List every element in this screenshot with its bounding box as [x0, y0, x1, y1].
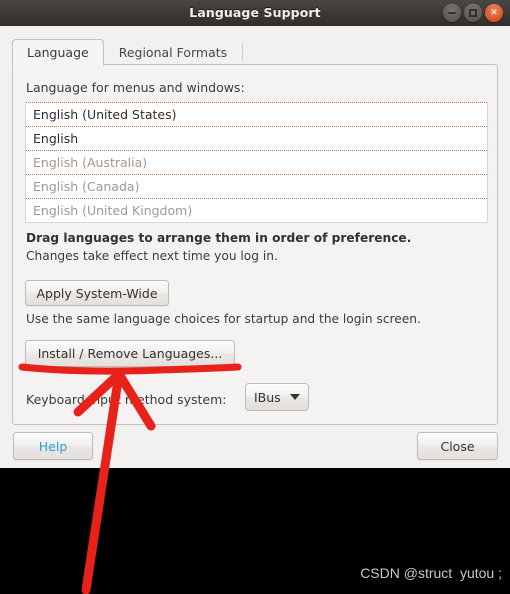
- language-name: English: [33, 131, 79, 146]
- language-name: English (United Kingdom): [33, 203, 193, 218]
- install-remove-languages-button[interactable]: Install / Remove Languages...: [25, 340, 235, 367]
- maximize-button[interactable]: [464, 4, 482, 22]
- language-name: English (Australia): [33, 155, 148, 170]
- language-name: English (United States): [33, 107, 177, 122]
- language-tab-panel: Language for menus and windows: English …: [12, 64, 498, 425]
- minimize-icon: [448, 12, 456, 14]
- close-icon: ×: [490, 7, 498, 18]
- language-support-window: Language Support × Language Regional For…: [0, 0, 510, 468]
- tab-language[interactable]: Language: [12, 39, 104, 66]
- list-item[interactable]: English (Australia): [26, 150, 487, 174]
- close-button-label: Close: [440, 438, 475, 454]
- close-window-button[interactable]: ×: [485, 4, 503, 22]
- tab-regional-formats[interactable]: Regional Formats: [104, 39, 242, 66]
- window-title: Language Support: [189, 5, 321, 20]
- tab-bar: Language Regional Formats: [12, 38, 244, 66]
- menus-windows-label: Language for menus and windows:: [26, 80, 245, 95]
- help-button-label: Help: [38, 438, 68, 454]
- minimize-button[interactable]: [443, 4, 461, 22]
- chevron-down-icon: [290, 394, 300, 400]
- list-item[interactable]: English: [26, 126, 487, 150]
- window-controls: ×: [443, 4, 503, 22]
- tab-language-label: Language: [27, 45, 89, 60]
- language-list[interactable]: English (United States) English English …: [25, 102, 488, 223]
- install-remove-languages-label: Install / Remove Languages...: [37, 346, 223, 361]
- drag-hint-normal: Changes take effect next time you log in…: [26, 249, 278, 263]
- tab-regional-formats-label: Regional Formats: [118, 45, 228, 60]
- keyboard-input-method-label: Keyboard input method system:: [26, 392, 227, 407]
- list-item[interactable]: English (Canada): [26, 174, 487, 198]
- language-name: English (Canada): [33, 179, 140, 194]
- watermark-text: CSDN @struct yutou ;: [360, 565, 502, 581]
- keyboard-input-method-dropdown[interactable]: IBus: [245, 383, 309, 411]
- title-bar[interactable]: Language Support ×: [0, 0, 510, 26]
- desktop-background: CSDN @struct yutou ;: [0, 468, 510, 594]
- apply-system-wide-note: Use the same language choices for startu…: [26, 312, 421, 326]
- apply-system-wide-label: Apply System-Wide: [36, 285, 158, 301]
- help-button[interactable]: Help: [13, 432, 93, 460]
- maximize-icon: [469, 9, 477, 17]
- list-item[interactable]: English (United States): [26, 102, 487, 126]
- apply-system-wide-button[interactable]: Apply System-Wide: [25, 280, 169, 306]
- keyboard-input-method-value: IBus: [254, 389, 281, 405]
- list-item[interactable]: English (United Kingdom): [26, 198, 487, 222]
- drag-hint-bold: Drag languages to arrange them in order …: [26, 231, 412, 245]
- tab-divider: [242, 43, 244, 61]
- close-button[interactable]: Close: [417, 432, 498, 460]
